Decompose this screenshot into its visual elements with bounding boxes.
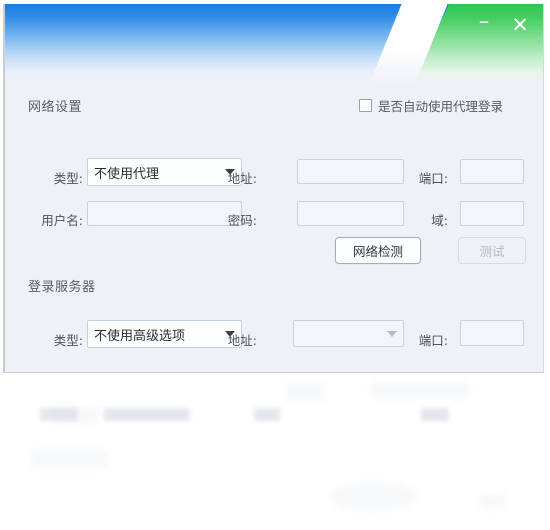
ghost-block	[370, 382, 470, 398]
proxy-password-label: 密码:	[227, 213, 257, 228]
ghost-block	[286, 383, 324, 401]
proxy-domain-label: 域:	[431, 213, 448, 228]
minimize-icon[interactable]: –	[467, 8, 501, 43]
network-section-title: 网络设置	[28, 100, 83, 115]
close-icon[interactable]: ✕	[503, 13, 537, 39]
network-settings-dialog: – ✕ 网络设置 是否自动使用代理登录 类型: 不使用代理 地址: 端口: 用户…	[3, 4, 544, 373]
proxy-username-label: 用户名:	[41, 213, 83, 228]
auto-proxy-checkbox[interactable]: 是否自动使用代理登录	[359, 96, 503, 115]
dialog-body: 网络设置 是否自动使用代理登录 类型: 不使用代理 地址: 端口: 用户名: 密…	[5, 82, 543, 372]
auto-proxy-checkbox-label: 是否自动使用代理登录	[378, 99, 504, 114]
network-detect-button[interactable]: 网络检测	[335, 237, 421, 264]
ghost-block	[480, 494, 506, 508]
login-type-label: 类型:	[53, 333, 83, 348]
login-server-section-title: 登录服务器	[28, 280, 96, 295]
ghost-text	[40, 408, 78, 421]
ghost-block	[330, 482, 416, 510]
checkbox-box[interactable]	[359, 99, 372, 112]
proxy-port-input[interactable]	[460, 159, 524, 184]
ghost-block	[30, 450, 108, 468]
test-button: 测试	[458, 237, 526, 264]
ghost-text	[254, 408, 280, 421]
proxy-address-label: 地址:	[227, 171, 257, 186]
login-port-label: 端口:	[418, 333, 448, 348]
proxy-type-label: 类型:	[53, 171, 83, 186]
title-bar: – ✕	[5, 4, 543, 82]
proxy-domain-input[interactable]	[460, 201, 524, 226]
login-address-label: 地址:	[227, 333, 257, 348]
proxy-port-label: 端口:	[418, 171, 448, 186]
window-controls: – ✕	[467, 8, 537, 43]
ghost-text	[421, 408, 449, 421]
ghost-text	[104, 408, 190, 421]
login-port-input[interactable]	[460, 320, 524, 346]
